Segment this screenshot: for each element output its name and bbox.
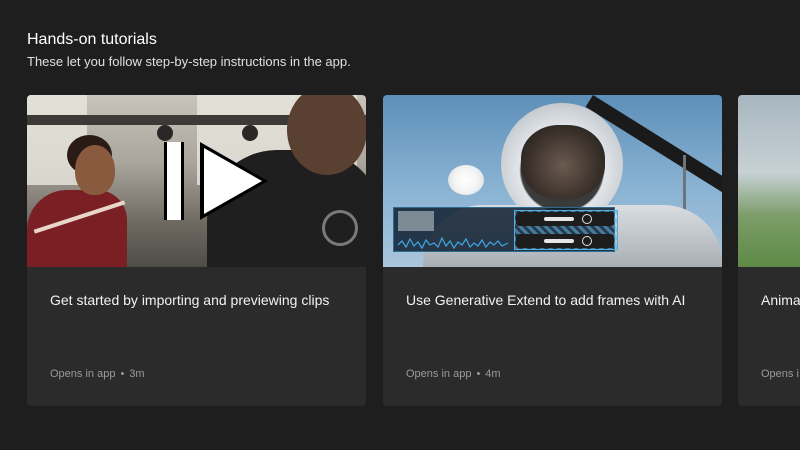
timeline-overlay bbox=[393, 207, 618, 252]
card-body: Use Generative Extend to add frames with… bbox=[406, 290, 702, 310]
duration-label: 3m bbox=[129, 368, 145, 380]
tutorial-carousel: Get started by importing and previewing … bbox=[0, 95, 800, 406]
card-meta: Opens in app • 4m bbox=[406, 368, 501, 380]
card-body: Get started by importing and previewing … bbox=[50, 290, 346, 310]
slider-control bbox=[516, 212, 614, 226]
flashlight bbox=[448, 165, 484, 195]
card-title: Get started by importing and previewing … bbox=[50, 292, 330, 308]
card-meta: Opens i bbox=[761, 368, 799, 380]
card-meta: Opens in app • 3m bbox=[50, 368, 145, 380]
card-title: Use Generative Extend to add frames with… bbox=[406, 292, 686, 308]
card-thumbnail bbox=[27, 95, 366, 267]
meta-separator: • bbox=[476, 368, 481, 380]
person-illustration bbox=[27, 130, 137, 267]
section-title: Hands-on tutorials bbox=[27, 31, 157, 48]
tutorial-card-partial[interactable]: Anima Opens i bbox=[738, 95, 800, 406]
duration-label: 4m bbox=[485, 368, 501, 380]
play-icon[interactable] bbox=[164, 140, 274, 222]
clip-thumbnail bbox=[398, 211, 434, 231]
audio-waveform bbox=[398, 236, 508, 250]
helmet-visor bbox=[521, 125, 605, 199]
section-header: Hands-on tutorials These let you follow … bbox=[27, 30, 351, 71]
card-thumbnail bbox=[383, 95, 722, 267]
opens-in-app-label: Opens in app bbox=[406, 368, 472, 380]
section-subtitle: These let you follow step-by-step instru… bbox=[27, 54, 351, 69]
meta-separator: • bbox=[120, 368, 125, 380]
slider-control bbox=[516, 234, 614, 248]
tutorial-card-import-clips[interactable]: Get started by importing and previewing … bbox=[27, 95, 366, 406]
lamp bbox=[157, 125, 173, 141]
opens-in-app-label: Opens in app bbox=[50, 368, 116, 380]
card-body: Anima bbox=[761, 290, 800, 310]
card-title: Anima bbox=[761, 292, 800, 308]
opens-in-app-label: Opens i bbox=[761, 368, 799, 380]
card-thumbnail bbox=[738, 95, 800, 267]
tutorial-card-generative-extend[interactable]: Use Generative Extend to add frames with… bbox=[383, 95, 722, 406]
